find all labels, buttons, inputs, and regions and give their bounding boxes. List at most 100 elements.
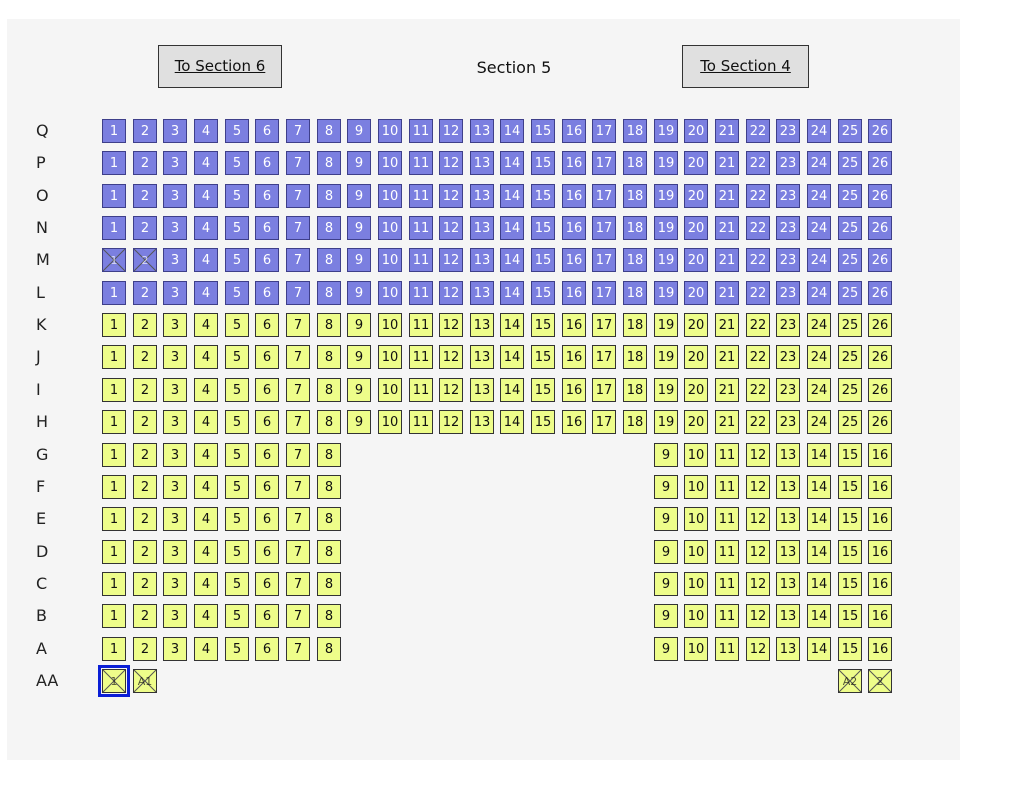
seat-J-19[interactable]: 19 — [654, 345, 678, 369]
seat-G-7[interactable]: 7 — [286, 443, 310, 467]
seat-H-22[interactable]: 22 — [746, 410, 770, 434]
seat-F-13[interactable]: 13 — [776, 475, 800, 499]
seat-A-6[interactable]: 6 — [255, 637, 279, 661]
seat-F-15[interactable]: 15 — [838, 475, 862, 499]
seat-C-12[interactable]: 12 — [746, 572, 770, 596]
seat-F-11[interactable]: 11 — [715, 475, 739, 499]
seat-F-12[interactable]: 12 — [746, 475, 770, 499]
seat-I-21[interactable]: 21 — [715, 378, 739, 402]
seat-Q-14[interactable]: 14 — [500, 119, 524, 143]
seat-O-8[interactable]: 8 — [317, 184, 341, 208]
seat-K-12[interactable]: 12 — [439, 313, 463, 337]
seat-I-3[interactable]: 3 — [163, 378, 187, 402]
seat-J-5[interactable]: 5 — [225, 345, 249, 369]
seat-F-6[interactable]: 6 — [255, 475, 279, 499]
seat-M-1[interactable]: 1 — [102, 248, 126, 272]
seat-N-5[interactable]: 5 — [225, 216, 249, 240]
seat-C-2[interactable]: 2 — [133, 572, 157, 596]
seat-Q-26[interactable]: 26 — [868, 119, 892, 143]
seat-L-22[interactable]: 22 — [746, 281, 770, 305]
seat-F-7[interactable]: 7 — [286, 475, 310, 499]
seat-J-1[interactable]: 1 — [102, 345, 126, 369]
seat-C-1[interactable]: 1 — [102, 572, 126, 596]
seat-M-15[interactable]: 15 — [531, 248, 555, 272]
seat-B-15[interactable]: 15 — [838, 604, 862, 628]
seat-A-8[interactable]: 8 — [317, 637, 341, 661]
seat-C-11[interactable]: 11 — [715, 572, 739, 596]
seat-Q-5[interactable]: 5 — [225, 119, 249, 143]
seat-M-7[interactable]: 7 — [286, 248, 310, 272]
seat-N-26[interactable]: 26 — [868, 216, 892, 240]
seat-L-15[interactable]: 15 — [531, 281, 555, 305]
seat-Q-23[interactable]: 23 — [776, 119, 800, 143]
seat-A-11[interactable]: 11 — [715, 637, 739, 661]
seat-J-3[interactable]: 3 — [163, 345, 187, 369]
seat-N-9[interactable]: 9 — [347, 216, 371, 240]
seat-F-5[interactable]: 5 — [225, 475, 249, 499]
seat-Q-24[interactable]: 24 — [807, 119, 831, 143]
seat-K-8[interactable]: 8 — [317, 313, 341, 337]
seat-B-4[interactable]: 4 — [194, 604, 218, 628]
seat-J-14[interactable]: 14 — [500, 345, 524, 369]
seat-K-2[interactable]: 2 — [133, 313, 157, 337]
seat-E-11[interactable]: 11 — [715, 507, 739, 531]
seat-K-6[interactable]: 6 — [255, 313, 279, 337]
seat-N-4[interactable]: 4 — [194, 216, 218, 240]
seat-P-2[interactable]: 2 — [133, 151, 157, 175]
seat-O-9[interactable]: 9 — [347, 184, 371, 208]
seat-M-5[interactable]: 5 — [225, 248, 249, 272]
seat-G-14[interactable]: 14 — [807, 443, 831, 467]
seat-P-20[interactable]: 20 — [684, 151, 708, 175]
seat-Q-17[interactable]: 17 — [592, 119, 616, 143]
seat-C-15[interactable]: 15 — [838, 572, 862, 596]
seat-L-2[interactable]: 2 — [133, 281, 157, 305]
seat-L-23[interactable]: 23 — [776, 281, 800, 305]
seat-H-4[interactable]: 4 — [194, 410, 218, 434]
seat-D-10[interactable]: 10 — [684, 540, 708, 564]
seat-H-21[interactable]: 21 — [715, 410, 739, 434]
seat-N-22[interactable]: 22 — [746, 216, 770, 240]
seat-P-25[interactable]: 25 — [838, 151, 862, 175]
seat-O-20[interactable]: 20 — [684, 184, 708, 208]
seat-C-16[interactable]: 16 — [868, 572, 892, 596]
seat-A-13[interactable]: 13 — [776, 637, 800, 661]
seat-K-19[interactable]: 19 — [654, 313, 678, 337]
seat-AA-A1[interactable]: A1 — [133, 669, 157, 693]
seat-B-13[interactable]: 13 — [776, 604, 800, 628]
seat-L-17[interactable]: 17 — [592, 281, 616, 305]
seat-E-5[interactable]: 5 — [225, 507, 249, 531]
seat-Q-6[interactable]: 6 — [255, 119, 279, 143]
seat-H-7[interactable]: 7 — [286, 410, 310, 434]
seat-M-2[interactable]: 2 — [133, 248, 157, 272]
seat-Q-20[interactable]: 20 — [684, 119, 708, 143]
seat-H-18[interactable]: 18 — [623, 410, 647, 434]
seat-M-23[interactable]: 23 — [776, 248, 800, 272]
seat-M-3[interactable]: 3 — [163, 248, 187, 272]
seat-D-7[interactable]: 7 — [286, 540, 310, 564]
seat-AA-2[interactable]: 2 — [868, 669, 892, 693]
seat-H-11[interactable]: 11 — [409, 410, 433, 434]
seat-G-8[interactable]: 8 — [317, 443, 341, 467]
seat-I-5[interactable]: 5 — [225, 378, 249, 402]
seat-L-8[interactable]: 8 — [317, 281, 341, 305]
seat-O-6[interactable]: 6 — [255, 184, 279, 208]
seat-L-12[interactable]: 12 — [439, 281, 463, 305]
to-section-6-button[interactable]: To Section 6 — [158, 45, 282, 88]
seat-N-2[interactable]: 2 — [133, 216, 157, 240]
seat-H-24[interactable]: 24 — [807, 410, 831, 434]
seat-K-11[interactable]: 11 — [409, 313, 433, 337]
seat-O-15[interactable]: 15 — [531, 184, 555, 208]
seat-P-18[interactable]: 18 — [623, 151, 647, 175]
seat-J-22[interactable]: 22 — [746, 345, 770, 369]
seat-H-12[interactable]: 12 — [439, 410, 463, 434]
seat-K-25[interactable]: 25 — [838, 313, 862, 337]
seat-K-7[interactable]: 7 — [286, 313, 310, 337]
seat-J-15[interactable]: 15 — [531, 345, 555, 369]
seat-K-3[interactable]: 3 — [163, 313, 187, 337]
seat-C-8[interactable]: 8 — [317, 572, 341, 596]
seat-H-8[interactable]: 8 — [317, 410, 341, 434]
seat-E-3[interactable]: 3 — [163, 507, 187, 531]
seat-Q-22[interactable]: 22 — [746, 119, 770, 143]
seat-K-22[interactable]: 22 — [746, 313, 770, 337]
seat-J-8[interactable]: 8 — [317, 345, 341, 369]
